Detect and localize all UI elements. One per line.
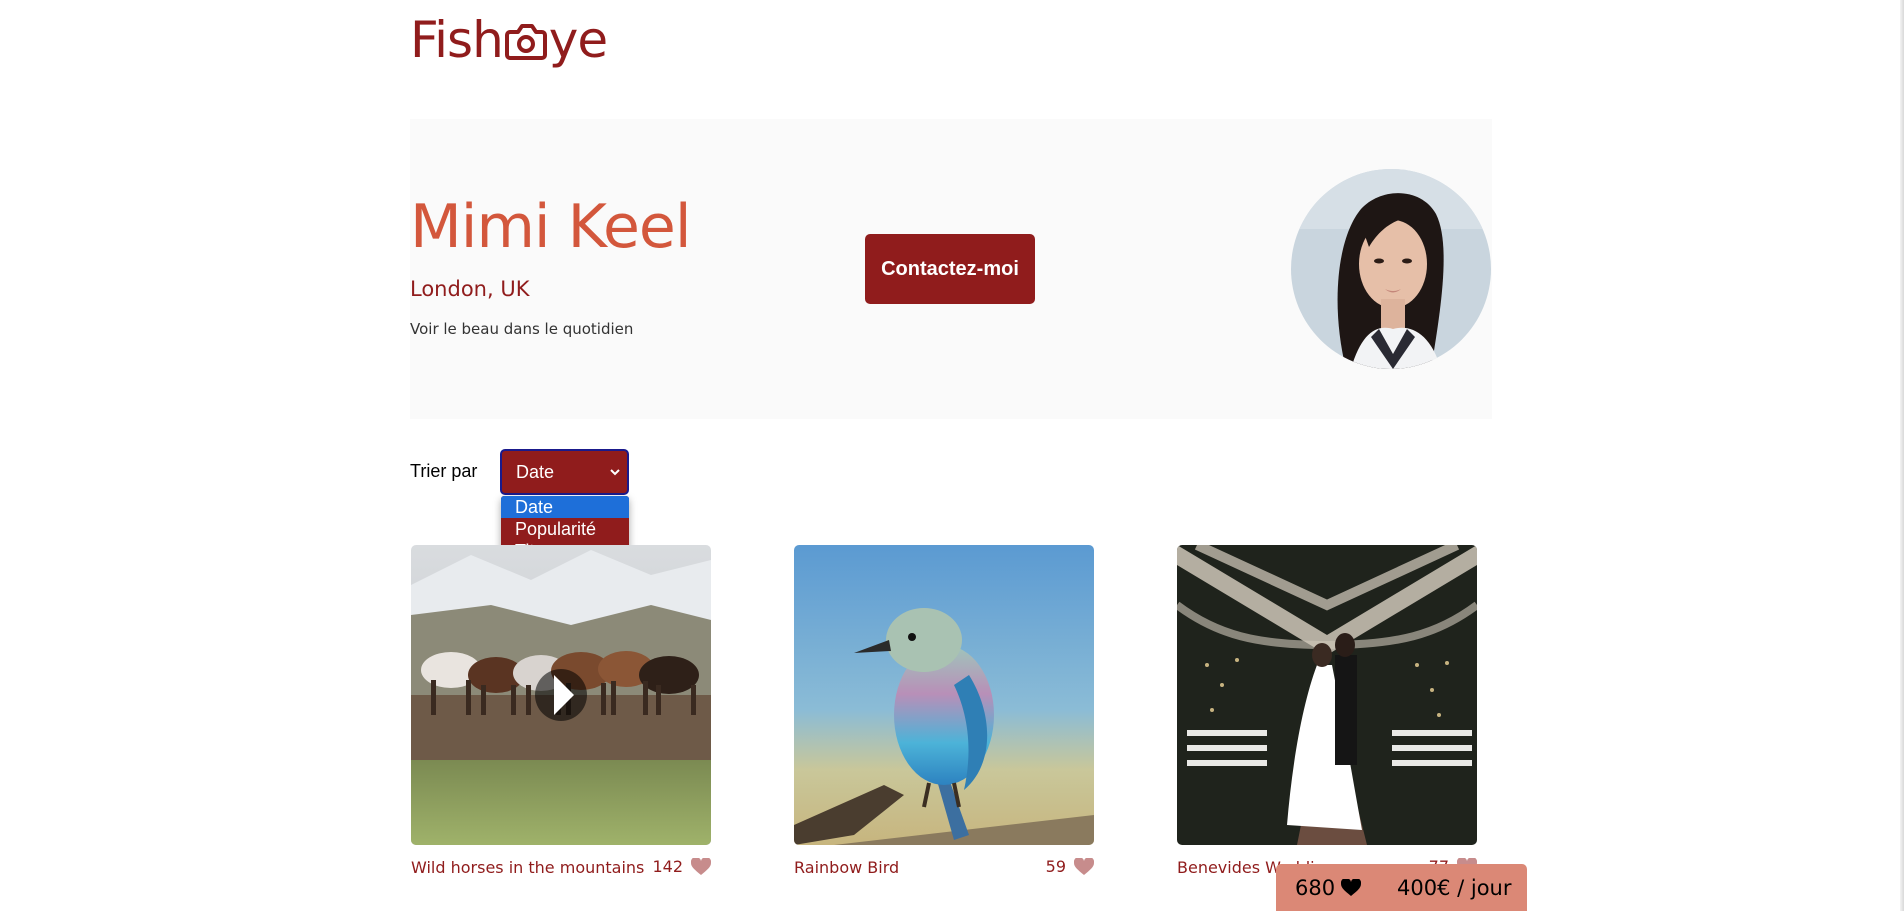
photographer-header: Mimi Keel London, UK Voir le beau dans l… [410, 119, 1492, 419]
media-title: Rainbow Bird [794, 857, 900, 877]
likes-price-box: 680 400€ / jour [1276, 864, 1527, 911]
sort-option-popularite[interactable]: Popularité [501, 518, 629, 540]
photographer-location: London, UK [410, 277, 530, 301]
media-info: Rainbow Bird 59 [794, 855, 1094, 879]
logo-text-right: ye [548, 11, 608, 69]
total-likes-count: 680 [1295, 876, 1336, 900]
media-card: Wild horses in the mountains 142 [411, 545, 711, 877]
media-card: Rainbow Bird 59 [794, 545, 1094, 877]
media-likes: 59 [1046, 857, 1094, 876]
avatar-portrait [1291, 169, 1491, 369]
like-count: 59 [1045, 857, 1066, 876]
contact-button[interactable]: Contactez-moi [865, 234, 1035, 304]
chevron-down-icon [610, 469, 620, 476]
daily-price: 400€ / jour [1397, 876, 1512, 900]
window-edge [1900, 0, 1904, 911]
media-thumbnail-image[interactable] [1177, 545, 1477, 845]
avatar [1291, 169, 1491, 369]
fisheye-logo[interactable]: Fish ye [410, 10, 608, 70]
logo-text-left: Fish [410, 11, 504, 69]
media-card: Benevides Wedding 77 [1177, 545, 1477, 877]
sort-selected-value: Date [516, 461, 555, 482]
photographer-page: Fish ye Mimi Keel London, UK Voir le bea… [0, 0, 1904, 911]
total-likes: 680 [1295, 876, 1362, 900]
media-likes: 142 [652, 857, 711, 876]
photographer-tagline: Voir le beau dans le quotidien [410, 320, 634, 338]
heart-icon [1341, 879, 1362, 896]
like-count: 142 [652, 857, 683, 876]
media-info: Wild horses in the mountains 142 [411, 855, 711, 879]
horses-image [411, 545, 711, 845]
sort-option-date[interactable]: Date [501, 496, 629, 518]
heart-icon[interactable] [1074, 857, 1094, 876]
media-title: Wild horses in the mountains [411, 857, 645, 877]
photographer-name: Mimi Keel [410, 192, 691, 262]
sort-label: Trier par [410, 461, 478, 481]
sort-select[interactable]: Date [500, 449, 629, 495]
play-icon [535, 669, 587, 721]
media-thumbnail-image[interactable] [794, 545, 1094, 845]
heart-icon[interactable] [691, 857, 711, 876]
bird-image [794, 545, 1094, 845]
wedding-image [1177, 545, 1477, 845]
media-thumbnail-video[interactable] [411, 545, 711, 845]
camera-icon [504, 24, 547, 60]
